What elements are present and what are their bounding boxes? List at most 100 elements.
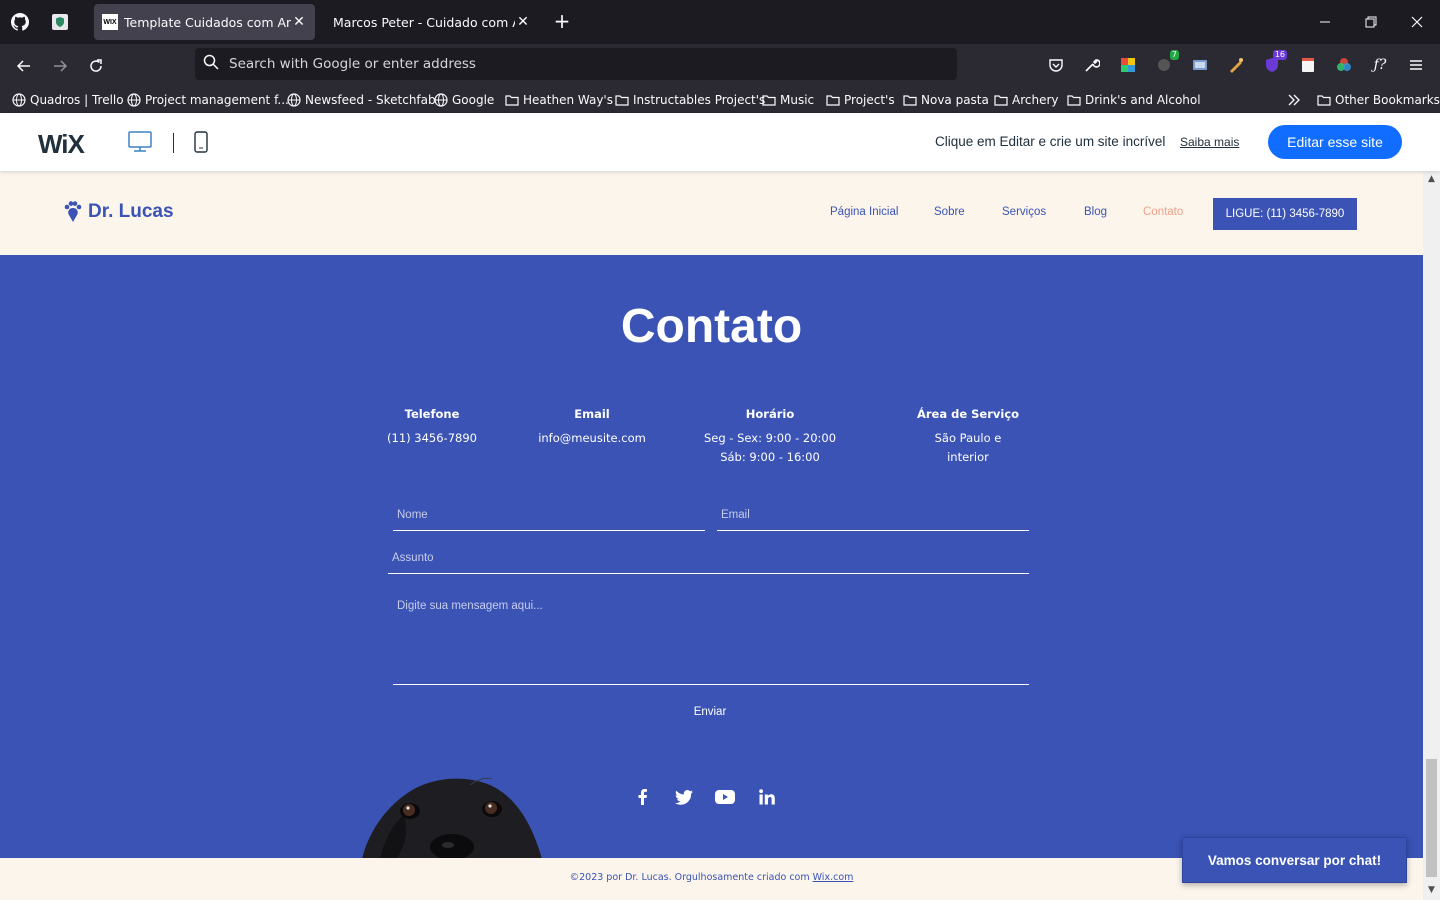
- linkedin-icon[interactable]: [755, 785, 779, 809]
- name-field[interactable]: [393, 500, 705, 531]
- tab-marcos-peter[interactable]: Marcos Peter - Cuidado com Anima ✕: [319, 4, 539, 40]
- minimize-icon[interactable]: [1310, 10, 1340, 34]
- ublock-extension-icon[interactable]: 16: [1260, 50, 1287, 77]
- menu-icon[interactable]: [1404, 53, 1428, 77]
- close-tab-icon[interactable]: ✕: [291, 14, 307, 30]
- call-button[interactable]: LIGUE: (11) 3456-7890: [1213, 198, 1357, 230]
- color-picker-extension-icon[interactable]: [1332, 53, 1356, 77]
- scroll-up-icon[interactable]: ▲: [1426, 174, 1437, 185]
- contact-phone: Telefone (11) 3456-7890: [372, 407, 492, 448]
- bookmark-folder[interactable]: Drink's and Alcohol: [1067, 90, 1201, 110]
- scroll-down-icon[interactable]: ▼: [1426, 885, 1437, 896]
- wix-logo: WiX: [38, 129, 85, 159]
- globe-icon: [434, 93, 448, 107]
- youtube-icon[interactable]: [713, 785, 737, 809]
- bookmark-folder[interactable]: Nova pasta: [903, 90, 989, 110]
- info-value: Sáb: 9:00 - 16:00: [720, 450, 820, 464]
- folder-icon: [826, 95, 840, 106]
- bookmark-folder[interactable]: Heathen Way's: [505, 90, 613, 110]
- reload-icon[interactable]: [82, 52, 110, 80]
- site-brand[interactable]: Dr. Lucas: [64, 201, 174, 223]
- info-value: Seg - Sex: 9:00 - 20:00: [703, 431, 837, 445]
- tab-title: Marcos Peter - Cuidado com Anima: [333, 14, 515, 30]
- browser-toolbar: 7 16 ƒ?: [0, 44, 1440, 86]
- learn-more-link[interactable]: Saiba mais: [1180, 135, 1239, 149]
- bookmark-item[interactable]: Newsfeed - Sketchfab: [287, 90, 436, 110]
- info-value: (11) 3456-7890: [387, 431, 477, 445]
- other-bookmarks[interactable]: Other Bookmarks: [1317, 90, 1440, 110]
- info-value: interior: [947, 450, 989, 464]
- address-bar[interactable]: [195, 48, 957, 80]
- bookmark-item[interactable]: Google: [434, 90, 494, 110]
- wix-promo-text: Clique em Editar e crie um site incrível: [935, 134, 1166, 149]
- folder-icon: [615, 95, 629, 106]
- message-field[interactable]: [393, 586, 1029, 685]
- bookmark-folder[interactable]: Music: [762, 90, 814, 110]
- close-window-icon[interactable]: [1402, 10, 1432, 34]
- bookmark-folder[interactable]: Archery: [994, 90, 1059, 110]
- folder-icon: [762, 95, 776, 106]
- bookmark-item[interactable]: Project management f...: [127, 90, 289, 110]
- notes-extension-icon[interactable]: [1296, 53, 1320, 77]
- close-tab-icon[interactable]: ✕: [515, 14, 531, 30]
- chat-button[interactable]: Vamos conversar por chat!: [1182, 837, 1407, 883]
- bookmarks-bar: Quadros | Trello Project management f...…: [0, 86, 1440, 113]
- chevron-double-right-icon[interactable]: [1287, 90, 1305, 110]
- github-icon[interactable]: [6, 8, 34, 36]
- wrench-icon[interactable]: [1080, 53, 1104, 77]
- globe-icon: [287, 93, 301, 107]
- paw-icon: [64, 201, 82, 222]
- colorful-grid-extension-icon[interactable]: [1116, 53, 1140, 77]
- brand-name: Dr. Lucas: [88, 201, 174, 222]
- screenshot-extension-icon[interactable]: [1188, 53, 1212, 77]
- extension-badge-count: 7: [1169, 50, 1179, 60]
- divider: [173, 133, 174, 153]
- restore-icon[interactable]: [1356, 10, 1386, 34]
- mobile-view-icon[interactable]: [193, 131, 209, 157]
- nav-link-home[interactable]: Página Inicial: [830, 206, 898, 218]
- edit-site-button[interactable]: Editar esse site: [1268, 125, 1402, 159]
- bookmark-item[interactable]: Quadros | Trello: [12, 90, 124, 110]
- nav-link-services[interactable]: Serviços: [1002, 206, 1046, 218]
- back-icon[interactable]: [10, 52, 38, 80]
- wix-favicon-icon: WIX: [102, 14, 118, 30]
- info-label: Telefone: [404, 407, 460, 421]
- email-field[interactable]: [717, 500, 1029, 531]
- paint-extension-icon[interactable]: [1224, 53, 1248, 77]
- extension-badge-count: 16: [1272, 50, 1287, 60]
- info-label: Email: [574, 407, 610, 421]
- subject-field[interactable]: [388, 543, 1029, 574]
- folder-icon: [903, 95, 917, 106]
- font-finder-extension-icon[interactable]: ƒ?: [1368, 53, 1392, 77]
- wix-preview-bar: WiX Clique em Editar e crie um site incr…: [0, 113, 1440, 171]
- page-title: Contato: [620, 300, 803, 353]
- dog-image: [362, 777, 542, 859]
- shield-icon[interactable]: [46, 8, 74, 36]
- forward-icon[interactable]: [46, 52, 74, 80]
- tab-template-cuidados[interactable]: WIX Template Cuidados com Anima ✕: [94, 4, 315, 40]
- address-input[interactable]: [229, 56, 909, 72]
- new-tab-icon[interactable]: +: [551, 10, 573, 32]
- site-viewport: Dr. Lucas Página Inicial Sobre Serviços …: [0, 171, 1423, 900]
- search-icon: [203, 54, 219, 74]
- folder-icon: [1317, 95, 1331, 106]
- site-header: Dr. Lucas Página Inicial Sobre Serviços …: [0, 171, 1423, 255]
- info-value: São Paulo e: [934, 431, 1002, 445]
- nav-link-contact[interactable]: Contato: [1143, 206, 1183, 218]
- twitter-icon[interactable]: [672, 785, 696, 809]
- extension-badge-icon[interactable]: 7: [1152, 50, 1179, 77]
- nav-link-about[interactable]: Sobre: [934, 206, 965, 218]
- nav-link-blog[interactable]: Blog: [1084, 206, 1107, 218]
- pocket-icon[interactable]: [1044, 53, 1068, 77]
- globe-icon: [12, 93, 26, 107]
- page-scrollbar[interactable]: ▲ ▼: [1423, 171, 1440, 900]
- wix-link[interactable]: Wix.com: [813, 872, 854, 883]
- info-label: Horário: [745, 407, 795, 421]
- facebook-icon[interactable]: [630, 785, 654, 809]
- desktop-view-icon[interactable]: [128, 131, 152, 157]
- bookmark-folder[interactable]: Instructables Project's: [615, 90, 765, 110]
- info-value: info@meusite.com: [538, 431, 646, 445]
- bookmark-folder[interactable]: Project's: [826, 90, 895, 110]
- scrollbar-thumb[interactable]: [1426, 759, 1437, 877]
- send-button[interactable]: Enviar: [660, 699, 760, 725]
